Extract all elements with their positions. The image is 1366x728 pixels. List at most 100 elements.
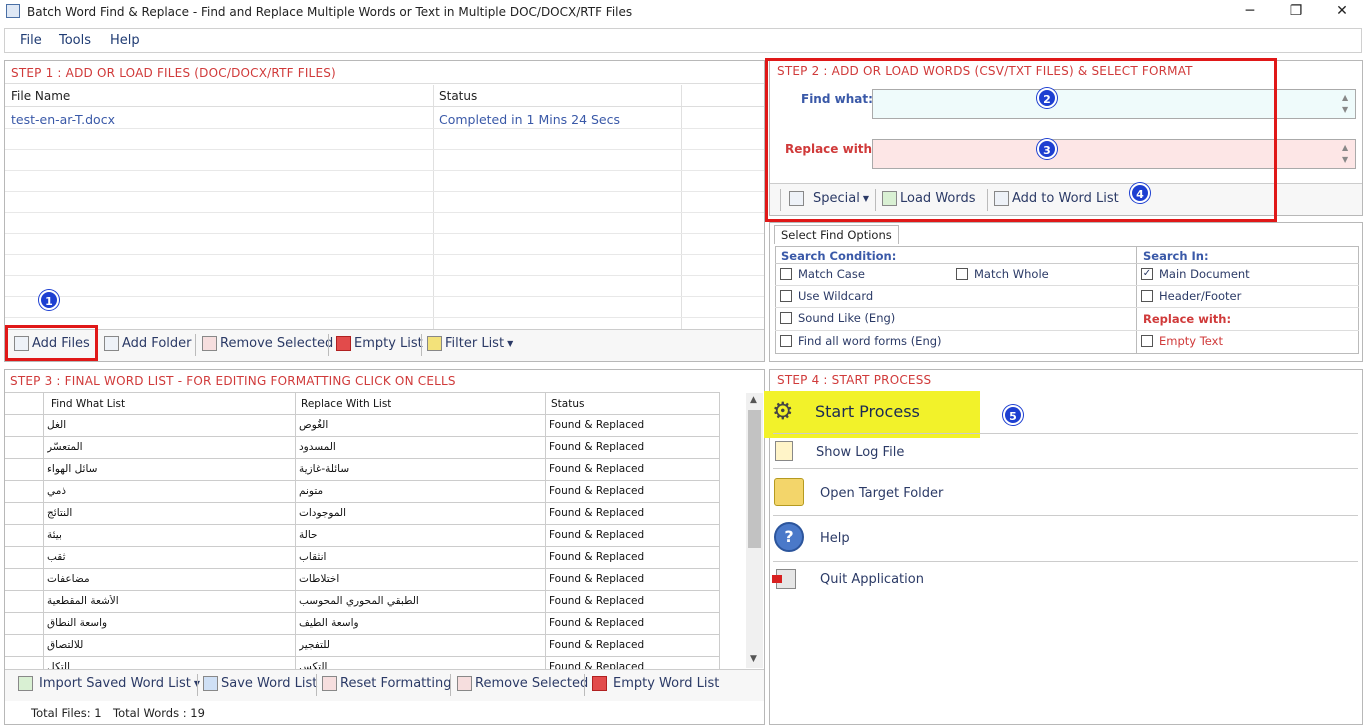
table-row[interactable]: مضاعفات اختلاطات Found & Replaced (5, 569, 720, 591)
use-wildcard-checkbox[interactable] (780, 290, 792, 302)
menu-help[interactable]: Help (110, 33, 140, 48)
col-status[interactable]: Status (551, 398, 584, 410)
row-replace: للتفجير (299, 639, 330, 651)
badge-5: 5 (1003, 405, 1023, 425)
sound-like-label: Sound Like (Eng) (798, 311, 896, 325)
menu-tools[interactable]: Tools (59, 33, 91, 48)
file-row-name[interactable]: test-en-ar-T.docx (11, 112, 115, 127)
main-document-checkbox[interactable]: ✓ (1141, 268, 1153, 280)
help-button[interactable]: Help (820, 531, 850, 546)
scroll-down-icon[interactable]: ▼ (750, 654, 757, 664)
remove-selected-words-button[interactable]: Remove Selected (457, 676, 588, 691)
highlight-step2 (765, 58, 1277, 222)
step3-title: STEP 3 : FINAL WORD LIST - FOR EDITING F… (10, 374, 456, 388)
scroll-thumb[interactable] (748, 410, 761, 548)
row-find: الأشعة المقطعية (47, 595, 119, 607)
menu-file[interactable]: File (20, 33, 42, 48)
table-row[interactable]: ذمي متونم Found & Replaced (5, 481, 720, 503)
sound-like-checkbox[interactable] (780, 312, 792, 324)
use-wildcard-option[interactable]: Use Wildcard (780, 289, 873, 303)
empty-file-list-button[interactable]: Empty List (336, 336, 423, 351)
filter-icon (427, 336, 442, 351)
match-whole-option[interactable]: Match Whole (956, 267, 1049, 281)
table-row[interactable]: المتعسّر المسدود Found & Replaced (5, 437, 720, 459)
empty-word-list-button[interactable]: Empty Word List (592, 676, 719, 691)
open-folder-icon (774, 478, 804, 506)
highlight-add-files (5, 325, 98, 361)
gears-icon: ⚙ (772, 397, 794, 425)
row-status: Found & Replaced (549, 551, 645, 563)
tab-select-find-options[interactable]: Select Find Options (774, 225, 899, 244)
word-list-grid: Find What List Replace With List Status … (5, 392, 720, 669)
table-row[interactable]: الأشعة المقطعية الطبقي المحوري المحوسب Fou… (5, 591, 720, 613)
col-find-what[interactable]: Find What List (51, 398, 125, 410)
find-all-forms-checkbox[interactable] (780, 335, 792, 347)
import-saved-word-list-button[interactable]: Import Saved Word List▼ (18, 676, 200, 691)
row-replace: متونم (299, 485, 324, 497)
minimize-button[interactable]: ─ (1227, 0, 1273, 24)
maximize-button[interactable]: ❐ (1273, 0, 1319, 24)
match-case-option[interactable]: Match Case (780, 267, 865, 281)
row-status: Found & Replaced (549, 485, 645, 497)
row-find: الغل (47, 419, 67, 431)
table-row[interactable]: سائل الهواء سائلة-غازية Found & Replaced (5, 459, 720, 481)
row-status: Found & Replaced (549, 573, 645, 585)
empty-list-label: Empty List (354, 336, 423, 351)
row-status: Found & Replaced (549, 595, 645, 607)
search-condition-label: Search Condition: (781, 249, 897, 263)
main-document-option[interactable]: ✓ Main Document (1141, 267, 1250, 281)
scroll-up-icon[interactable]: ▲ (750, 395, 757, 405)
badge-3: 3 (1037, 139, 1057, 159)
find-all-forms-option[interactable]: Find all word forms (Eng) (780, 334, 942, 348)
log-file-icon (775, 441, 793, 461)
table-row[interactable]: واسعة النطاق واسعة الطيف Found & Replaced (5, 613, 720, 635)
col-file-name[interactable]: File Name (11, 89, 70, 103)
empty-list-icon (592, 676, 607, 691)
row-status: Found & Replaced (549, 617, 645, 629)
replace-scroll-icon[interactable]: ▲ ▼ (1342, 142, 1348, 166)
row-replace: الطبقي المحوري المحوسب (299, 595, 419, 607)
remove-selected-files-button[interactable]: Remove Selected (202, 336, 333, 351)
remove-selected-words-label: Remove Selected (475, 676, 589, 691)
match-case-checkbox[interactable] (780, 268, 792, 280)
filter-list-button[interactable]: Filter List ▼ (427, 336, 513, 351)
save-word-list-button[interactable]: Save Word List (203, 676, 317, 691)
table-row[interactable]: النتائج الموجودات Found & Replaced (5, 503, 720, 525)
row-find: النتائج (47, 507, 73, 519)
table-row[interactable]: ثقب انثقاب Found & Replaced (5, 547, 720, 569)
folder-icon (104, 336, 119, 351)
badge-2: 2 (1037, 88, 1057, 108)
show-log-file-button[interactable]: Show Log File (816, 445, 904, 460)
word-list-scrollbar[interactable]: ▲ ▼ (746, 393, 763, 668)
table-row[interactable]: الغل الغُوص Found & Replaced (5, 415, 720, 437)
empty-text-checkbox[interactable] (1141, 335, 1153, 347)
main-document-label: Main Document (1159, 267, 1250, 281)
table-row[interactable]: بيئة حالة Found & Replaced (5, 525, 720, 547)
col-replace-with[interactable]: Replace With List (301, 398, 391, 410)
row-find: واسعة النطاق (47, 617, 108, 629)
find-scroll-icon[interactable]: ▲ ▼ (1342, 92, 1348, 116)
table-row[interactable]: التكل التكس Found & Replaced (5, 657, 720, 669)
add-folder-button[interactable]: Add Folder (104, 336, 191, 351)
sound-like-option[interactable]: Sound Like (Eng) (780, 311, 895, 325)
close-button[interactable]: ✕ (1319, 0, 1365, 24)
start-process-button[interactable]: Start Process (815, 402, 920, 421)
col-status[interactable]: Status (439, 89, 477, 103)
reset-formatting-label: Reset Formatting (340, 676, 452, 691)
header-footer-option[interactable]: Header/Footer (1141, 289, 1241, 303)
table-row[interactable]: للالتصاق للتفجير Found & Replaced (5, 635, 720, 657)
header-footer-checkbox[interactable] (1141, 290, 1153, 302)
step4-title: STEP 4 : START PROCESS (777, 373, 932, 387)
app-icon (6, 4, 20, 18)
header-footer-label: Header/Footer (1159, 289, 1242, 303)
quit-application-button[interactable]: Quit Application (820, 572, 924, 587)
import-label: Import Saved Word List (39, 676, 191, 691)
row-status: Found & Replaced (549, 507, 645, 519)
row-find: التكل (47, 661, 71, 669)
match-whole-checkbox[interactable] (956, 268, 968, 280)
row-replace: حالة (299, 529, 318, 541)
open-target-folder-button[interactable]: Open Target Folder (820, 486, 943, 501)
reset-formatting-button[interactable]: Reset Formatting (322, 676, 451, 691)
empty-text-option[interactable]: Empty Text (1141, 334, 1223, 348)
search-in-label: Search In: (1143, 249, 1209, 263)
